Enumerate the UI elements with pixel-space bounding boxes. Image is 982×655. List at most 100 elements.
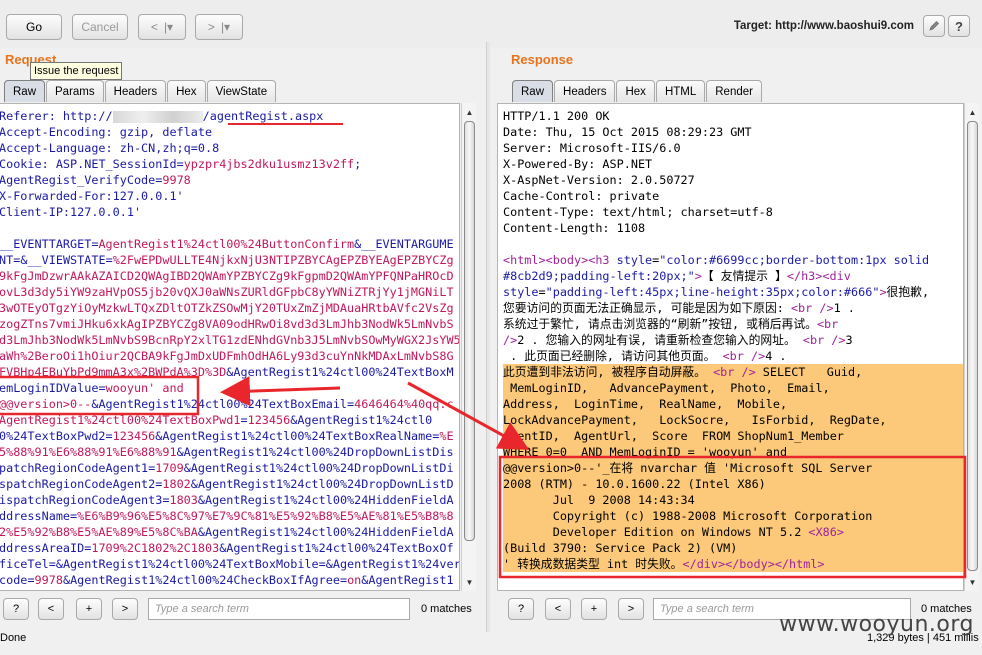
code-token: Accept-Language: zh-CN,zh;q=0.8	[0, 141, 220, 155]
split-divider[interactable]	[486, 42, 490, 632]
code-token: ovL3d3dy5iYW9zaHVpOS5jb20vQXJ0aWNsZURldG…	[0, 285, 454, 299]
tab-viewstate[interactable]: ViewState	[206, 80, 277, 102]
add-button[interactable]: +	[76, 598, 102, 620]
code-token: Content-Type: text/html; charset=utf-8	[503, 205, 773, 219]
code-token: emLoginIDValue	[0, 381, 99, 395]
code-token: >	[879, 285, 887, 299]
tab-hex[interactable]: Hex	[167, 80, 206, 102]
code-token: <br />	[802, 333, 846, 347]
tooltip: Issue the request	[30, 62, 123, 80]
code-line: ficeTel=&AgentRegist1%24ctl00%24TextBoxM…	[0, 556, 459, 572]
code-line: Jul 9 2008 14:43:34	[503, 492, 963, 508]
response-editor[interactable]: HTTP/1.1 200 OK Date: Thu, 15 Oct 2015 08…	[497, 103, 964, 591]
code-token: &	[183, 461, 191, 475]
scroll-down-icon[interactable]: ▼	[462, 575, 477, 589]
tab-hex[interactable]: Hex	[616, 80, 655, 102]
code-token: ficeTel	[0, 557, 49, 571]
add-button[interactable]: +	[581, 598, 607, 620]
response-title: Response	[511, 52, 574, 67]
back-button[interactable]: < |▾	[138, 14, 186, 40]
code-token: AgentRegist1%24ctl0	[297, 413, 433, 427]
code-token: . 此页面已经删除, 请访问其他页面。	[503, 349, 723, 363]
tab-headers[interactable]: Headers	[104, 80, 167, 102]
code-token: 1709	[155, 461, 184, 475]
code-token: 123456	[247, 413, 291, 427]
scroll-thumb[interactable]	[967, 121, 978, 571]
tab-html[interactable]: HTML	[655, 80, 706, 102]
code-token: =&	[48, 557, 63, 571]
scroll-up-icon[interactable]: ▲	[462, 105, 477, 119]
code-line: #8cb2d9;padding-left:20px;">【 友情提示 】</h3…	[503, 268, 963, 284]
dropdown-icon: |▾	[163, 20, 174, 34]
code-token: 3	[845, 333, 853, 347]
code-token	[112, 110, 203, 123]
tab-params[interactable]: Params	[46, 80, 104, 102]
scroll-up-icon[interactable]: ▲	[965, 105, 980, 119]
code-token: 1802	[162, 477, 191, 491]
code-line: d3LmJhb3NodWk5LmNvbS9BcnRpY2xlTG1zdENhdG…	[0, 332, 459, 348]
tab-raw[interactable]: Raw	[4, 80, 46, 102]
code-token: ASP.NET_SessionId	[55, 157, 177, 171]
forward-button[interactable]: > |▾	[195, 14, 243, 40]
code-token: &	[176, 445, 184, 459]
response-tabs: Raw Headers Hex HTML Render	[512, 80, 763, 102]
code-line: MemLoginID, AdvancePayment, Photo, Email…	[503, 380, 963, 396]
request-scrollbar[interactable]: ▲ ▼	[461, 103, 476, 591]
code-token: <html><body><h3	[503, 253, 617, 267]
help-button[interactable]: ?	[508, 598, 534, 620]
code-line: 此页遭到非法访问, 被程序自动屏蔽。 <br /> SELECT Guid,	[503, 364, 963, 380]
code-token: Content-Length: 1108	[503, 221, 646, 235]
code-token: MemLoginID, AdvancePayment, Photo, Email…	[503, 381, 830, 395]
code-token: <br />	[713, 365, 756, 379]
code-token: AgentRegist1%24ctl00%24ctl00%24ctl0	[283, 589, 459, 590]
code-token: spatchRegionCodeAgent2	[0, 477, 156, 491]
code-token: 9978	[162, 173, 191, 187]
code-line: HTTP/1.1 200 OK	[503, 108, 963, 124]
scroll-down-icon[interactable]: ▼	[965, 575, 980, 589]
code-line: aWh%2BeroOi1hOiur2QCBA9kFgJmDxUDFmhOdHA6…	[0, 348, 459, 364]
help-button[interactable]: ?	[948, 15, 970, 37]
prev-button[interactable]: <	[545, 598, 571, 620]
code-token: %2FwEPDwULLTE4NjkxNjU3NTIPZBYCAgEPZBYEAg…	[112, 253, 454, 267]
code-token: ypzpr4jbs2dku1usmz13v2ff	[183, 157, 355, 171]
code-line: Content-Length: 1108	[503, 220, 963, 236]
code-token: AgentRegist1%24ctl00%24TextBoxMobile	[62, 557, 319, 571]
go-button[interactable]: Go	[6, 14, 62, 40]
code-token: <X86>	[808, 525, 844, 539]
code-token: FVBHp4EBuYbPd9mmA3x%2BWPdA%3D%3D	[0, 365, 227, 379]
code-line: ovL3d3dy5iYW9zaHVpOS5jb20vQXJ0aWNsZURldG…	[0, 284, 459, 300]
code-token: =	[339, 573, 348, 587]
code-line: ddressAreaID=1709%2C1802%2C1803&AgentReg…	[0, 540, 459, 556]
code-token: WHERE 0=0 AND MemLoginID = 'wooyun' and	[503, 445, 788, 459]
tab-render[interactable]: Render	[706, 80, 762, 102]
status-text: Done	[0, 632, 27, 644]
code-token: %E	[439, 429, 454, 443]
next-button[interactable]: >	[618, 598, 644, 620]
response-scrollbar[interactable]: ▲ ▼	[964, 103, 979, 591]
edit-target-button[interactable]	[923, 15, 945, 37]
code-token: 123456	[112, 429, 156, 443]
code-line: WHERE 0=0 AND MemLoginID = 'wooyun' and	[503, 444, 963, 460]
code-token: "padding-left:45px;line-height:35px;colo…	[545, 285, 880, 299]
code-token: 1803	[169, 493, 198, 507]
cancel-button[interactable]: Cancel	[72, 14, 128, 40]
tab-raw[interactable]: Raw	[512, 80, 554, 102]
code-token: ' 转换成数据类型 int 时失败。	[503, 557, 683, 571]
help-button[interactable]: ?	[3, 598, 29, 620]
search-input[interactable]: Type a search term	[148, 598, 410, 620]
tab-headers[interactable]: Headers	[554, 80, 616, 102]
code-token: true	[248, 589, 276, 590]
code-token: &	[197, 525, 205, 539]
scroll-thumb[interactable]	[464, 121, 475, 541]
code-token: #8cb2d9;padding-left:20px;"	[503, 269, 695, 283]
code-token: ddressName	[0, 509, 71, 523]
code-token: /agentRegist.aspx	[202, 109, 324, 123]
prev-button[interactable]: <	[38, 598, 64, 620]
code-token: ;	[354, 157, 362, 171]
request-editor[interactable]: Referer: http:// /agentRegist.aspx Accept-…	[0, 103, 460, 591]
code-token: AgentRegist1%24ctl00%24TextBoxPwd1	[0, 413, 241, 427]
code-token: 0%24TextBoxPwd2	[0, 429, 106, 443]
next-button[interactable]: >	[112, 598, 138, 620]
code-token: %E6%B9%96%E5%8C%97%E7%9C%81%E5%92%B8%E5%…	[77, 509, 454, 523]
code-token: Referer: http://	[0, 109, 113, 123]
